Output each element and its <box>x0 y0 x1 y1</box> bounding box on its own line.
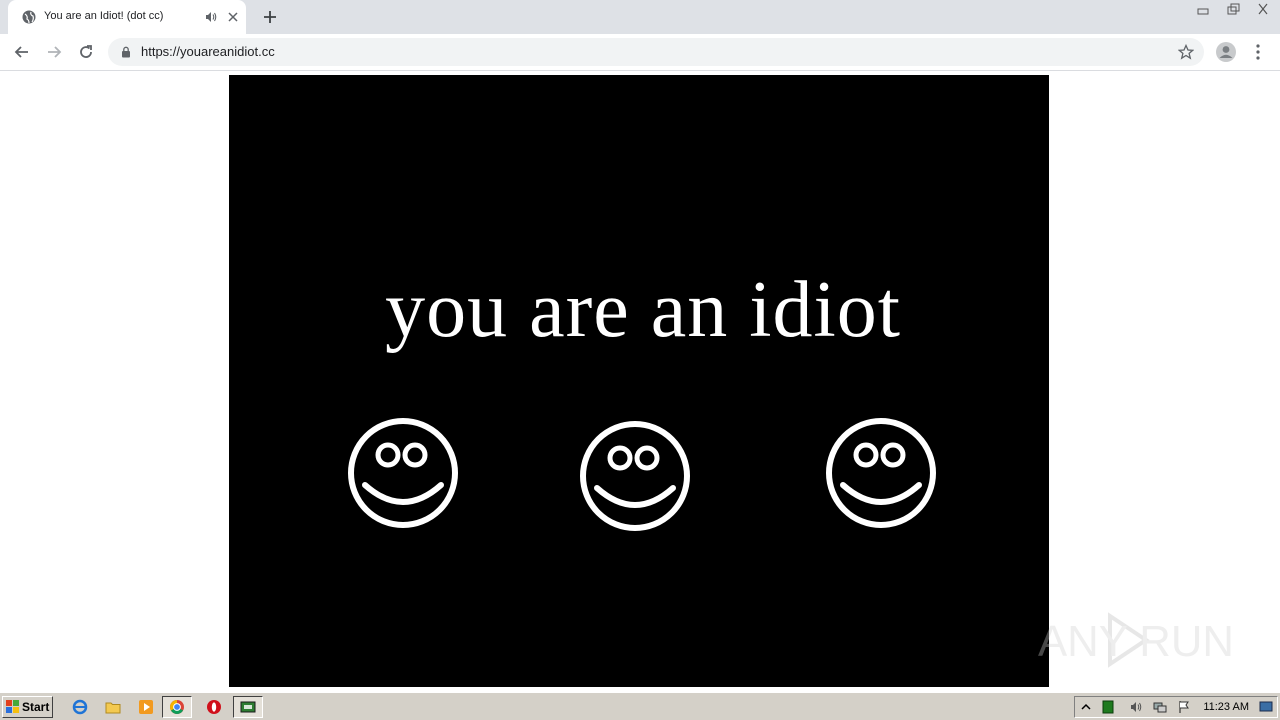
flag-icon[interactable] <box>1177 700 1191 714</box>
window-controls <box>1190 0 1280 20</box>
smiley-face-icon <box>826 418 936 528</box>
windows-logo-icon <box>6 700 19 713</box>
internet-explorer-icon[interactable] <box>72 699 88 715</box>
address-bar[interactable]: https://youareanidiot.cc <box>108 38 1204 66</box>
url-text[interactable]: https://youareanidiot.cc <box>141 44 275 59</box>
profile-icon[interactable] <box>1215 41 1237 63</box>
window-close-icon <box>1258 3 1268 15</box>
back-arrow-icon[interactable] <box>12 42 32 62</box>
bookmark-star-icon[interactable] <box>1178 44 1194 60</box>
system-tray: 11:23 AM <box>1074 696 1278 718</box>
browser-tab[interactable]: You are an Idiot! (dot cc) <box>8 0 246 34</box>
network-tray-icon[interactable] <box>1153 700 1167 714</box>
minimize-icon <box>1197 8 1209 15</box>
clock[interactable]: 11:23 AM <box>1203 701 1249 713</box>
network-task-button[interactable] <box>233 696 263 718</box>
smiley-face-icon <box>580 421 690 531</box>
lock-icon[interactable] <box>120 46 132 58</box>
page-headline: you are an idiot <box>385 266 901 354</box>
taskbar: Start 11:23 AM <box>0 692 1280 720</box>
folder-icon[interactable] <box>105 699 121 715</box>
globe-icon <box>22 10 36 24</box>
network-icon <box>240 701 256 713</box>
opera-icon[interactable] <box>206 699 222 715</box>
kebab-menu-icon[interactable] <box>1250 43 1266 61</box>
anyrun-watermark: ANY RUN <box>1038 612 1234 668</box>
speaker-icon[interactable] <box>204 10 218 24</box>
chevron-up-icon[interactable] <box>1079 700 1093 714</box>
start-button[interactable]: Start <box>2 696 53 718</box>
minimize-button[interactable] <box>1190 0 1216 18</box>
forward-arrow-icon[interactable] <box>44 42 64 62</box>
restore-icon <box>1227 3 1240 15</box>
tab-close-icon[interactable] <box>226 10 240 24</box>
new-tab-plus-icon[interactable] <box>262 9 278 25</box>
smiley-face-icon <box>348 418 458 528</box>
page-viewport: you are an idiot <box>0 72 1280 692</box>
tab-title: You are an Idiot! (dot cc) <box>44 10 164 22</box>
chrome-icon <box>170 700 184 714</box>
green-square-icon[interactable] <box>1101 700 1115 714</box>
watermark-text: ANY RUN <box>1038 617 1234 666</box>
chrome-task-button[interactable] <box>162 696 192 718</box>
media-player-icon[interactable] <box>138 699 154 715</box>
browser-toolbar: https://youareanidiot.cc <box>0 34 1280 71</box>
window-close-button[interactable] <box>1250 0 1276 18</box>
reload-icon[interactable] <box>76 42 96 62</box>
flash-stage[interactable]: you are an idiot <box>229 75 1049 687</box>
restore-button[interactable] <box>1220 0 1246 18</box>
tab-strip: You are an Idiot! (dot cc) <box>0 0 1280 34</box>
start-label: Start <box>22 700 50 714</box>
show-desktop-icon[interactable] <box>1259 700 1273 714</box>
volume-icon[interactable] <box>1129 700 1143 714</box>
